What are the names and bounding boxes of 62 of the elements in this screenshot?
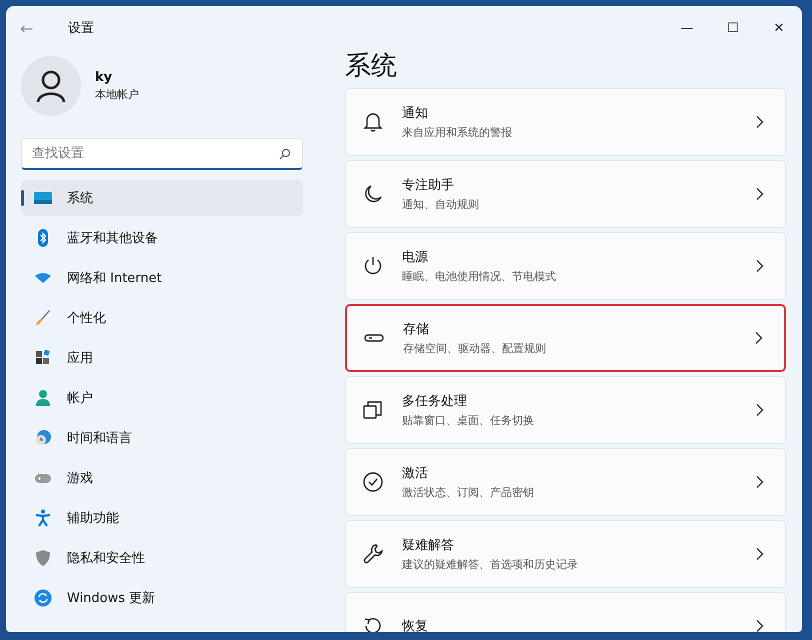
card-subtitle: 来自应用和系统的警报 [402, 125, 513, 140]
card-subtitle: 建议的疑难解答、首选项和历史记录 [402, 557, 579, 572]
update-icon [33, 588, 53, 608]
minimize-button[interactable]: — [664, 20, 710, 36]
chevron-icon [755, 187, 765, 201]
nav-item[interactable]: 网络和 Internet [21, 260, 303, 296]
power-icon [362, 255, 384, 277]
bell-icon [362, 111, 384, 133]
settings-card[interactable]: 通知 来自应用和系统的警报 [345, 88, 786, 156]
card-subtitle: 存储空间、驱动器、配置规则 [403, 341, 547, 356]
chevron-icon [755, 403, 765, 417]
card-title: 疑难解答 [402, 537, 455, 554]
wrench-icon [362, 543, 384, 565]
card-title: 通知 [402, 105, 429, 122]
card-title: 电源 [402, 249, 429, 266]
clock-icon [33, 428, 53, 448]
nav-item[interactable]: 帐户 [21, 380, 303, 416]
card-subtitle: 通知、自动规则 [402, 197, 480, 212]
chevron-icon [755, 547, 765, 561]
settings-card[interactable]: 专注助手 通知、自动规则 [345, 160, 786, 228]
chevron-icon [755, 259, 765, 273]
maximize-button[interactable]: ☐ [710, 20, 756, 36]
card-subtitle: 激活状态、订阅、产品密钥 [402, 485, 535, 500]
moon-icon [362, 183, 384, 205]
nav-item[interactable]: 游戏 [21, 460, 303, 496]
user-name: ky [95, 70, 114, 85]
card-title: 多任务处理 [402, 393, 468, 410]
settings-card[interactable]: 多任务处理 贴靠窗口、桌面、任务切换 [345, 376, 786, 444]
search-icon [279, 148, 291, 160]
nav-item[interactable]: 隐私和安全性 [21, 540, 303, 576]
chevron-icon [755, 115, 765, 129]
nav-item[interactable]: 时间和语言 [21, 420, 303, 456]
card-subtitle: 睡眠、电池使用情况、节电模式 [402, 269, 557, 284]
chevron-icon [754, 331, 764, 345]
close-button[interactable]: ✕ [756, 20, 802, 36]
chevron-icon [755, 475, 765, 489]
card-subtitle: 贴靠窗口、桌面、任务切换 [402, 413, 535, 428]
search-field[interactable]: 查找设置 [21, 138, 303, 170]
settings-card[interactable]: 激活 激活状态、订阅、产品密钥 [345, 448, 786, 516]
page-title: 系统 [345, 50, 398, 83]
nav-item[interactable]: 个性化 [21, 300, 303, 336]
nav-item[interactable]: 辅助功能 [21, 500, 303, 536]
shield-icon [33, 548, 53, 568]
card-title: 激活 [402, 465, 429, 482]
card-title: 恢复 [402, 618, 429, 632]
account-type: 本地帐户 [95, 87, 139, 102]
accessibility-icon [33, 508, 53, 528]
window-title: 设置 [68, 20, 94, 37]
nav-item[interactable]: 蓝牙和其他设备 [21, 220, 303, 256]
settings-card[interactable]: 存储 存储空间、驱动器、配置规则 [345, 304, 786, 372]
settings-card[interactable]: 电源 睡眠、电池使用情况、节电模式 [345, 232, 786, 300]
brush-icon [33, 308, 53, 328]
card-title: 存储 [403, 321, 430, 338]
nav-item[interactable]: 应用 [21, 340, 303, 376]
chevron-icon [755, 619, 765, 632]
nav-item[interactable]: 系统 [21, 180, 303, 216]
person-icon [33, 388, 53, 408]
settings-card[interactable]: 恢复 [345, 592, 786, 632]
settings-card[interactable]: 疑难解答 建议的疑难解答、首选项和历史记录 [345, 520, 786, 588]
nav-item[interactable]: Windows 更新 [21, 580, 303, 616]
card-title: 专注助手 [402, 177, 455, 194]
check-circle-icon [362, 471, 384, 493]
